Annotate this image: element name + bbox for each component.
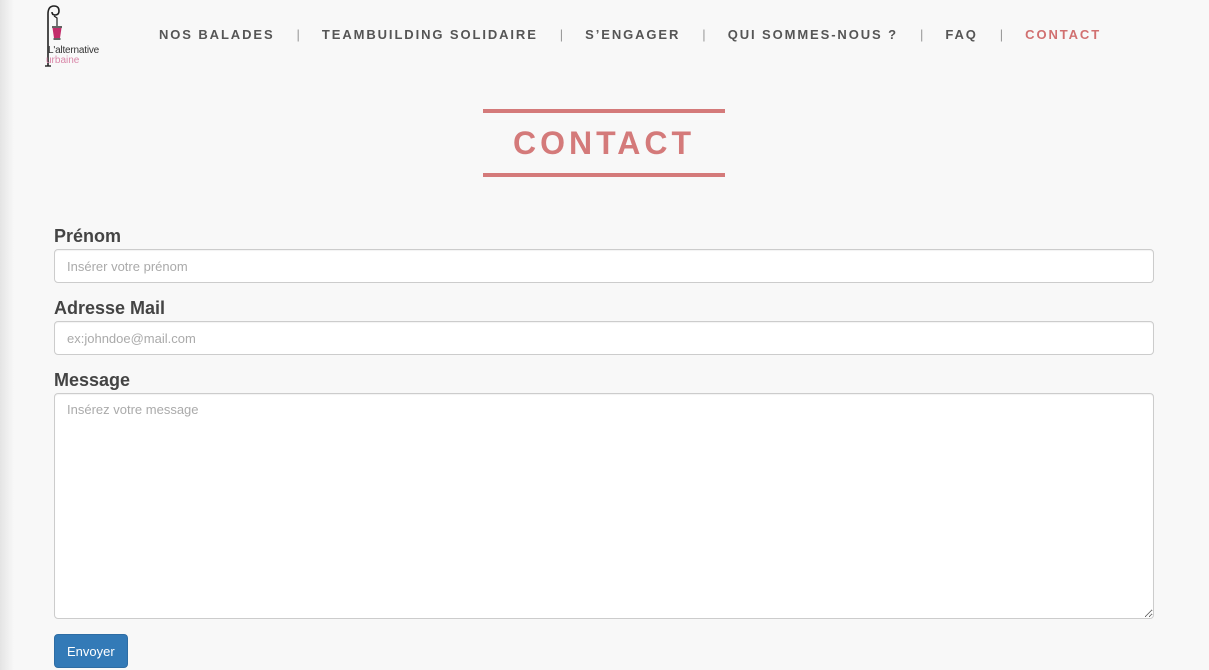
contact-form: Prénom Adresse Mail Message Envoyer [54,224,1154,668]
page-edge-shadow [0,0,14,670]
nav-separator: | [702,26,706,42]
site-logo[interactable]: L'alternative urbaine [40,4,116,68]
nav-separator: | [296,26,300,42]
nav-link-teambuilding[interactable]: TEAMBUILDING SOLIDAIRE [322,27,538,42]
nav-link-contact[interactable]: CONTACT [1025,27,1101,42]
message-textarea[interactable] [54,393,1154,619]
logo-text-secondary: urbaine [46,55,80,66]
firstname-label: Prénom [54,226,122,246]
nav-link-engager[interactable]: S’ENGAGER [585,27,680,42]
nav-link-about[interactable]: QUI SOMMES-NOUS ? [728,27,898,42]
submit-button[interactable]: Envoyer [54,634,128,668]
nav-separator: | [999,26,1004,42]
email-input[interactable] [54,321,1154,355]
message-label: Message [54,370,131,390]
page-title-box: CONTACT [483,109,725,177]
email-label: Adresse Mail [54,298,166,318]
nav-separator: | [559,26,564,42]
nav-separator: | [919,26,924,42]
nav-link-balades[interactable]: NOS BALADES [159,27,275,42]
site-header: L'alternative urbaine NOS BALADES | TEAM… [0,0,1209,70]
nav-link-faq[interactable]: FAQ [945,27,977,42]
main-nav: NOS BALADES | TEAMBUILDING SOLIDAIRE | S… [159,25,1101,43]
page-title: CONTACT [512,124,696,161]
firstname-input[interactable] [54,249,1154,283]
